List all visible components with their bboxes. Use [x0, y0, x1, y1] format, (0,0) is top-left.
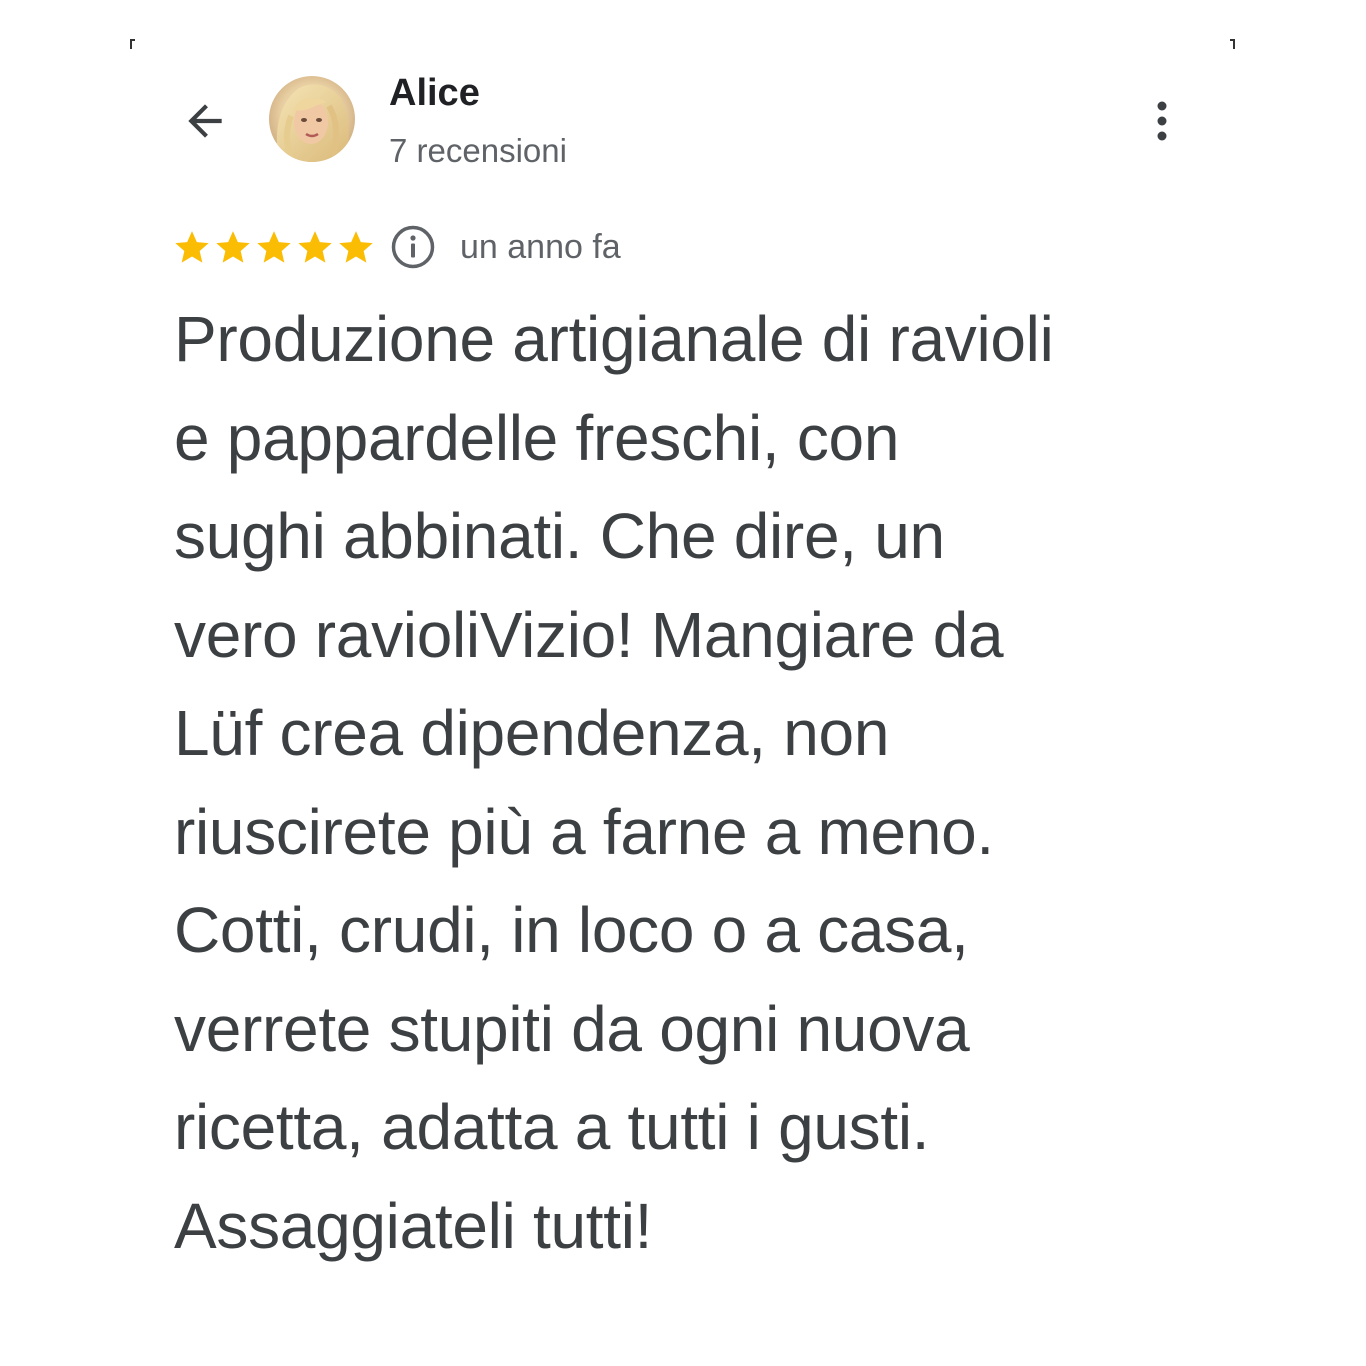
back-button[interactable]: [178, 94, 232, 148]
reviewer-name[interactable]: Alice: [389, 70, 480, 116]
info-icon: [391, 225, 435, 269]
review-line: Cotti, crudi, in loco o a casa,: [174, 894, 969, 966]
review-line: Produzione artigianale di ravioli: [174, 303, 1054, 375]
star-icon: [216, 231, 250, 263]
more-options-button[interactable]: [1140, 96, 1184, 146]
review-line: Lüf crea dipendenza, non: [174, 697, 890, 769]
star-icon: [175, 231, 209, 263]
review-line: verrete stupiti da ogni nuova: [174, 992, 970, 1065]
review-line: e pappardelle freschi, con: [174, 401, 900, 474]
review-count[interactable]: 7 recensioni: [389, 131, 567, 171]
review-line: sughi abbinati. Che dire, un: [174, 500, 945, 572]
rating-row: un anno fa: [172, 222, 621, 272]
review-line: Assaggiateli tutti!: [174, 1189, 653, 1262]
star-rating: [172, 227, 376, 267]
info-button[interactable]: [390, 224, 436, 270]
more-vertical-icon: [1157, 101, 1167, 141]
review-line: riuscirete più a farne a meno.: [174, 795, 994, 868]
review-screen: Alice 7 recensioni un anno fa Produzione…: [0, 0, 1366, 1366]
frame-corner-top-right: [1230, 39, 1235, 49]
star-icon: [257, 231, 291, 263]
arrow-left-icon: [188, 104, 222, 138]
review-line: vero ravioliVizio! Mangiare da: [174, 598, 1004, 671]
star-icon: [298, 231, 332, 263]
star-icon: [339, 231, 373, 263]
review-body: Produzione artigianale di ravioli e papp…: [174, 290, 1204, 1275]
review-line: ricetta, adatta a tutti i gusti.: [174, 1091, 930, 1163]
profile-photo: [269, 76, 355, 162]
avatar[interactable]: [269, 76, 355, 162]
review-date: un anno fa: [460, 228, 621, 266]
frame-corner-top-left: [130, 39, 135, 49]
